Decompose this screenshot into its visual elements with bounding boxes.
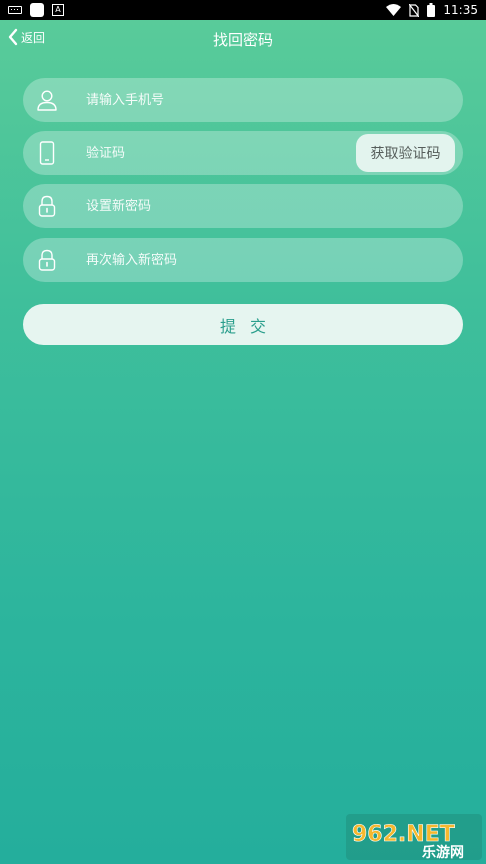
back-label: 返回: [21, 30, 46, 45]
phone-input[interactable]: [86, 78, 366, 122]
wifi-icon: [386, 4, 402, 16]
get-code-button[interactable]: 获取验证码: [356, 134, 455, 172]
confirm-password-input[interactable]: [86, 238, 366, 282]
new-password-field[interactable]: [23, 184, 463, 228]
status-right: 11:35: [386, 3, 478, 17]
chevron-left-icon: [8, 28, 18, 46]
watermark-logo: 962.NET 乐游网: [346, 814, 482, 860]
page-title: 找回密码: [212, 30, 273, 49]
confirm-password-field[interactable]: [23, 238, 463, 282]
code-input[interactable]: [86, 131, 306, 175]
back-button[interactable]: 返回: [8, 28, 45, 46]
header: 返回 找回密码: [0, 20, 486, 58]
new-password-input[interactable]: [86, 184, 366, 228]
lock-icon: [35, 248, 59, 272]
no-sim-icon: [409, 3, 420, 17]
keyboard-icon: [8, 6, 22, 14]
app-square-icon: [30, 3, 44, 17]
status-bar: A 11:35: [0, 0, 486, 20]
watermark-sub: 乐游网: [422, 844, 464, 860]
status-left: A: [8, 3, 64, 17]
watermark-main: 962.NET: [352, 822, 455, 847]
battery-icon: [427, 3, 436, 17]
submit-button[interactable]: 提交: [23, 304, 463, 345]
user-icon: [35, 88, 59, 112]
phone-field[interactable]: [23, 78, 463, 122]
code-field[interactable]: 获取验证码: [23, 131, 463, 175]
phone-icon: [35, 141, 59, 165]
lock-icon: [35, 194, 59, 218]
a-icon: A: [52, 4, 64, 16]
status-time: 11:35: [443, 3, 478, 17]
